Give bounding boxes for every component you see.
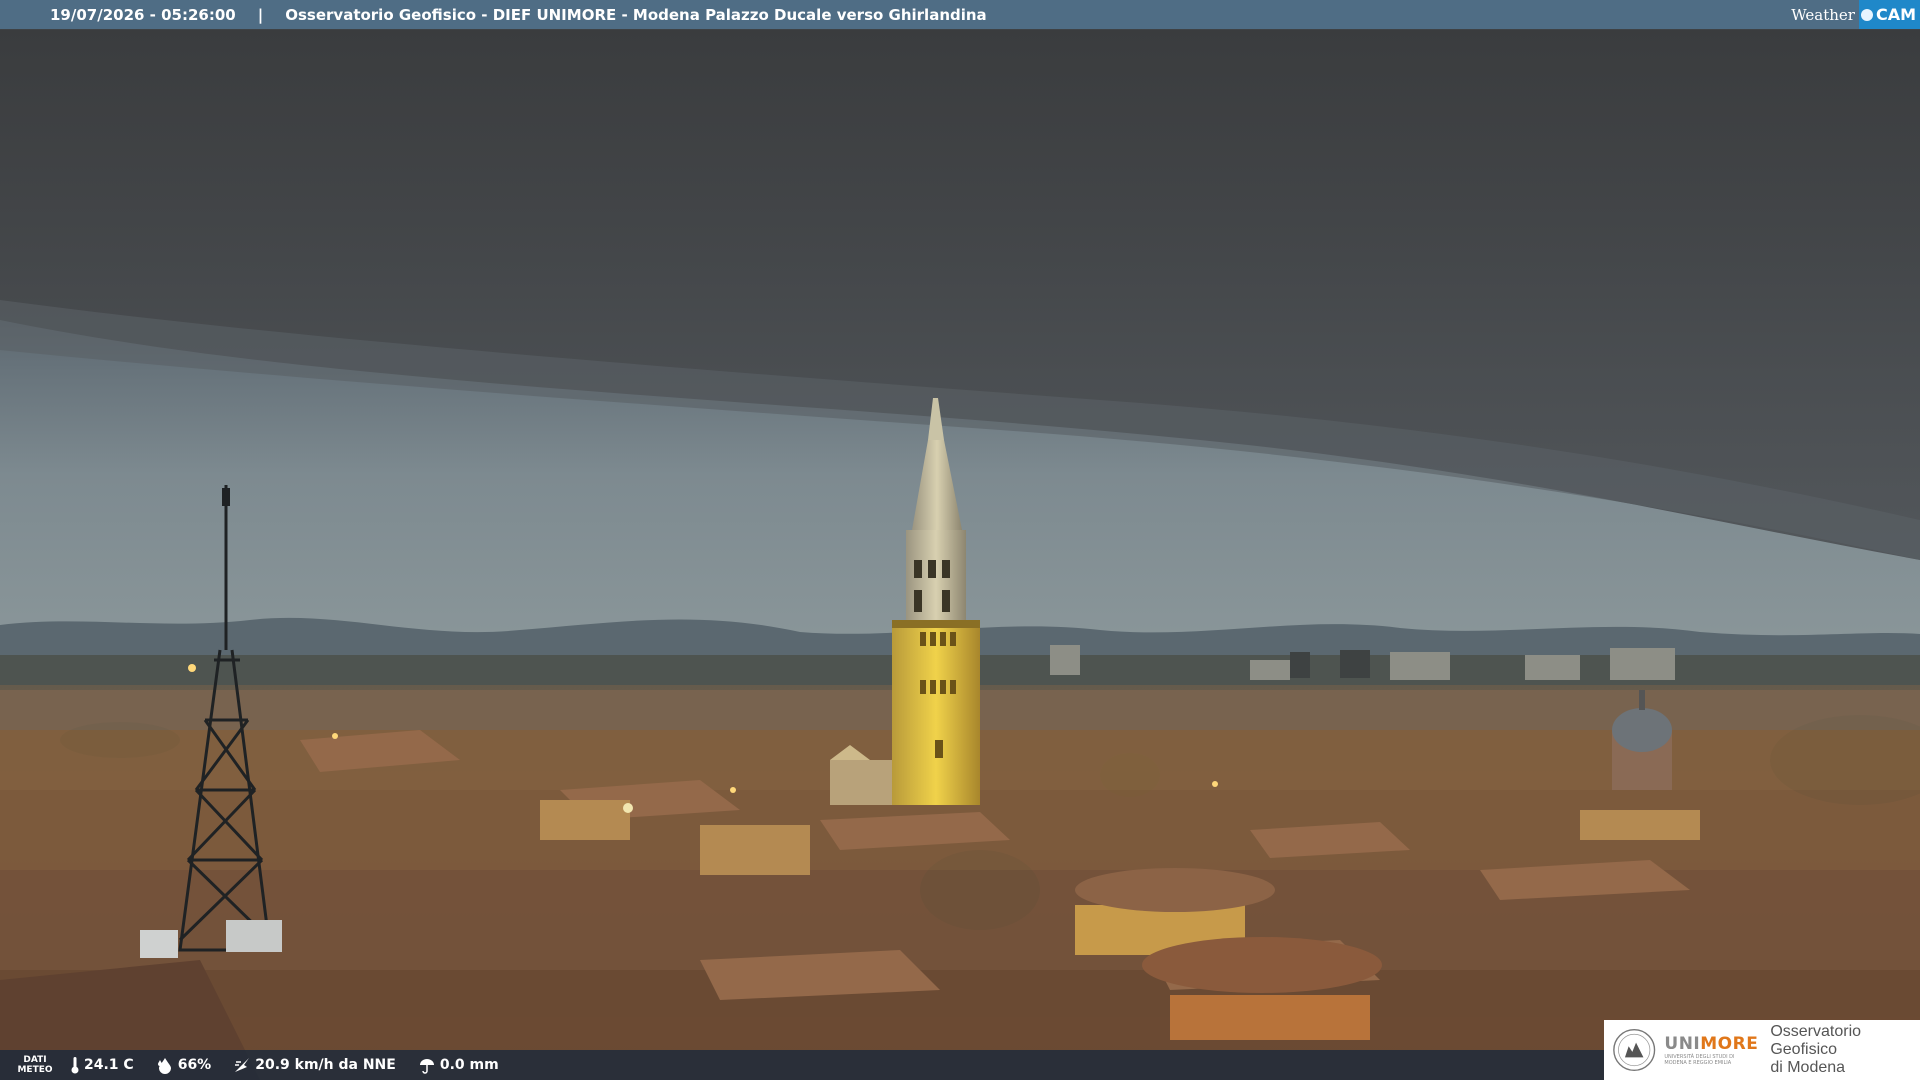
temperature-item: 24.1 C	[70, 1056, 134, 1074]
weather-data-bar: DATI METEO 24.1 C 66% 20.9 km/h da NNE 0…	[0, 1050, 1800, 1080]
brand-weather: Weather	[1791, 5, 1855, 24]
humidity-item: 66%	[156, 1056, 212, 1074]
rain-icon	[419, 1059, 434, 1074]
observatory-line1: Osservatorio Geofisico	[1770, 1023, 1862, 1058]
brand-dot-icon	[1860, 8, 1873, 21]
wind-icon	[235, 1058, 250, 1072]
temperature-value: 24.1 C	[84, 1057, 134, 1073]
unimore-prefix: UNI	[1664, 1034, 1701, 1054]
humidity-icon	[157, 1058, 171, 1074]
top-info-bar: 19/07/2026 - 05:26:00 | Osservatorio Geo…	[0, 0, 1920, 29]
wind-value: 20.9 km/h da NNE	[255, 1057, 396, 1073]
weather-label: DATI METEO	[0, 1055, 70, 1075]
rain-value: 0.0 mm	[439, 1057, 499, 1073]
unimore-sub-line2: MODENA E REGGIO EMILIA	[1664, 1060, 1732, 1066]
humidity-value: 66%	[177, 1057, 212, 1073]
observatory-line2: di Modena	[1770, 1059, 1846, 1076]
unimore-logo: UNIMORE UNIVERSITÀ DEGLI STUDI DI MODENA…	[1604, 1020, 1920, 1080]
weather-label-line1: DATI	[23, 1055, 47, 1065]
university-seal-icon	[1613, 1028, 1656, 1072]
unimore-highlight: MORE	[1700, 1034, 1759, 1054]
camera-title: Osservatorio Geofisico - DIEF UNIMORE - …	[285, 5, 987, 24]
unimore-wordmark: UNIMORE UNIVERSITÀ DEGLI STUDI DI MODENA…	[1664, 1034, 1758, 1066]
brand-cam: CAM	[1875, 5, 1916, 24]
rain-item: 0.0 mm	[418, 1056, 499, 1074]
observatory-name: Osservatorio Geofisico di Modena	[1770, 1023, 1920, 1077]
webcam-scene	[0, 0, 1920, 1080]
timestamp: 19/07/2026 - 05:26:00	[50, 5, 236, 24]
brand-cam-badge: CAM	[1858, 0, 1920, 29]
thermometer-icon	[71, 1057, 79, 1074]
wind-item: 20.9 km/h da NNE	[233, 1056, 396, 1074]
weather-label-line2: METEO	[17, 1065, 53, 1075]
separator: |	[257, 5, 264, 24]
weathercam-logo-icon: Weather CAM	[1791, 0, 1920, 29]
